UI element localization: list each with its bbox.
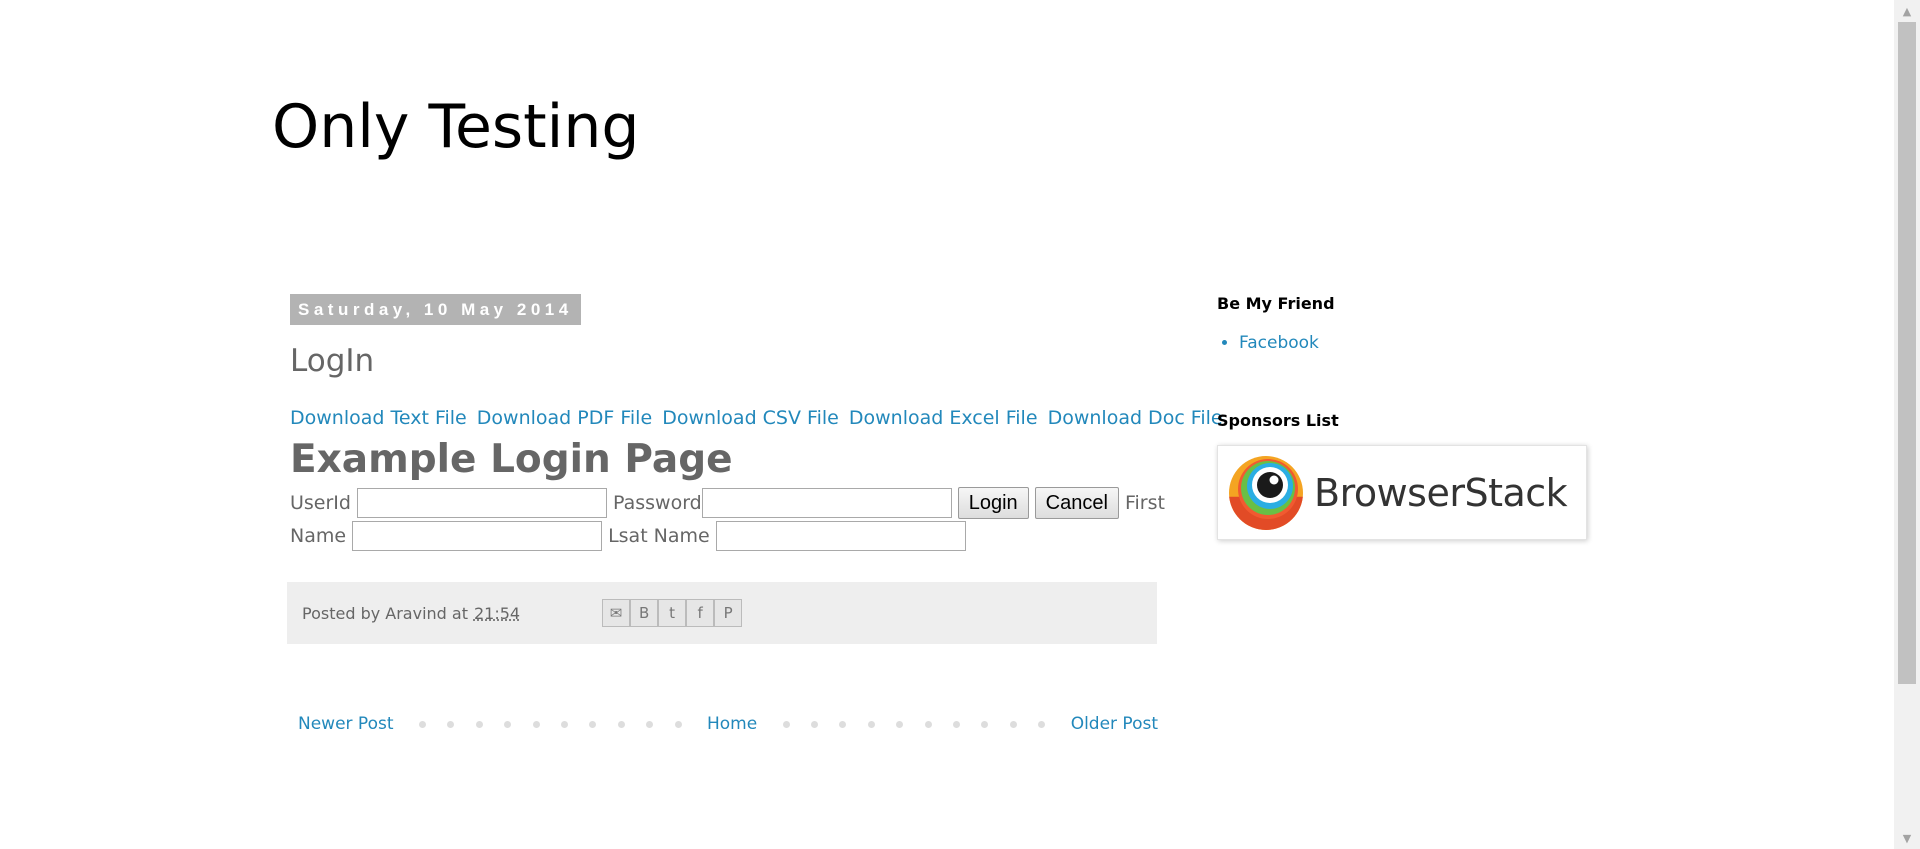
login-button[interactable]: Login — [957, 487, 1029, 519]
browserstack-sponsor-banner[interactable]: BrowserStack — [1217, 445, 1587, 540]
pager-dot — [447, 720, 455, 728]
pager-dot — [839, 720, 847, 728]
post-timestamp-link[interactable]: 21:54 — [474, 604, 520, 623]
vertical-scrollbar[interactable]: ▲ ▼ — [1894, 0, 1920, 849]
scrollbar-thumb[interactable] — [1898, 22, 1916, 684]
pager-dot — [1009, 720, 1017, 728]
share-buttons: ✉ B t f P — [602, 599, 743, 627]
friend-links-list: Facebook — [1217, 333, 1597, 353]
blog-title[interactable]: Only Testing — [272, 92, 639, 162]
list-item: Facebook — [1239, 333, 1597, 353]
first-name-input[interactable] — [352, 521, 603, 551]
pager-dot — [418, 720, 426, 728]
first-name-label: First — [1124, 492, 1165, 514]
newer-post-link[interactable]: Newer Post — [298, 714, 394, 734]
posted-by-text: Posted by Aravind at — [302, 603, 468, 623]
scroll-up-arrow-icon[interactable]: ▲ — [1894, 0, 1920, 22]
pager-dot — [896, 720, 904, 728]
be-my-friend-heading: Be My Friend — [1217, 294, 1335, 313]
scroll-down-arrow-icon[interactable]: ▼ — [1894, 827, 1920, 849]
pager-dot — [981, 720, 989, 728]
pinterest-icon[interactable]: P — [714, 599, 743, 627]
twitter-icon[interactable]: t — [658, 599, 687, 627]
pager-dot — [646, 720, 654, 728]
login-page-heading: Example Login Page — [290, 437, 733, 482]
pager-dot — [1038, 720, 1046, 728]
password-label: Password — [612, 492, 702, 514]
download-excel-link[interactable]: Download Excel File — [849, 407, 1038, 429]
userid-input[interactable] — [356, 488, 607, 518]
home-link[interactable]: Home — [707, 714, 757, 734]
post-date-header: Saturday, 10 May 2014 — [290, 294, 581, 325]
cancel-button[interactable]: Cancel — [1034, 487, 1119, 519]
pager-dot — [924, 720, 932, 728]
blogger-icon[interactable]: B — [630, 599, 659, 627]
pager-dot — [953, 720, 961, 728]
download-doc-link[interactable]: Download Doc File — [1048, 407, 1223, 429]
pager-dot — [475, 720, 483, 728]
blog-pager: Newer Post Home Older Post — [298, 710, 1158, 738]
pager-dot — [674, 720, 682, 728]
pager-dot — [617, 720, 625, 728]
facebook-icon[interactable]: f — [686, 599, 715, 627]
password-input[interactable] — [701, 488, 952, 518]
pager-dot — [532, 720, 540, 728]
sidebar: Be My Friend Facebook Sponsors List Brow… — [1217, 294, 1597, 540]
login-form-row-1: UserId Password Login Cancel First — [290, 486, 1170, 520]
post-footer: Posted by Aravind at 21:54 ✉ B t f P — [287, 582, 1157, 644]
pager-dot — [867, 720, 875, 728]
download-text-link[interactable]: Download Text File — [290, 407, 467, 429]
login-form-row-2: Name Lsat Name — [290, 520, 1170, 552]
email-icon[interactable]: ✉ — [602, 599, 631, 627]
pager-dot — [811, 720, 819, 728]
pager-dot — [504, 720, 512, 728]
pager-dot — [782, 720, 790, 728]
download-csv-link[interactable]: Download CSV File — [662, 407, 839, 429]
sponsors-list-heading: Sponsors List — [1217, 411, 1339, 430]
last-name-input[interactable] — [715, 521, 966, 551]
facebook-link[interactable]: Facebook — [1239, 333, 1319, 353]
sponsor-name: BrowserStack — [1314, 470, 1568, 515]
pager-dots — [757, 720, 1070, 728]
post-title[interactable]: LogIn — [290, 343, 374, 379]
pager-dot — [589, 720, 597, 728]
download-pdf-link[interactable]: Download PDF File — [477, 407, 652, 429]
download-links: Download Text File Download PDF File Dow… — [290, 407, 1227, 429]
pager-dot — [560, 720, 568, 728]
older-post-link[interactable]: Older Post — [1071, 714, 1158, 734]
userid-label: UserId — [290, 492, 351, 514]
last-name-label: Lsat Name — [608, 525, 710, 547]
pager-dots — [394, 720, 707, 728]
browserstack-logo-icon — [1229, 455, 1303, 530]
first-name-label-cont: Name — [290, 525, 347, 547]
